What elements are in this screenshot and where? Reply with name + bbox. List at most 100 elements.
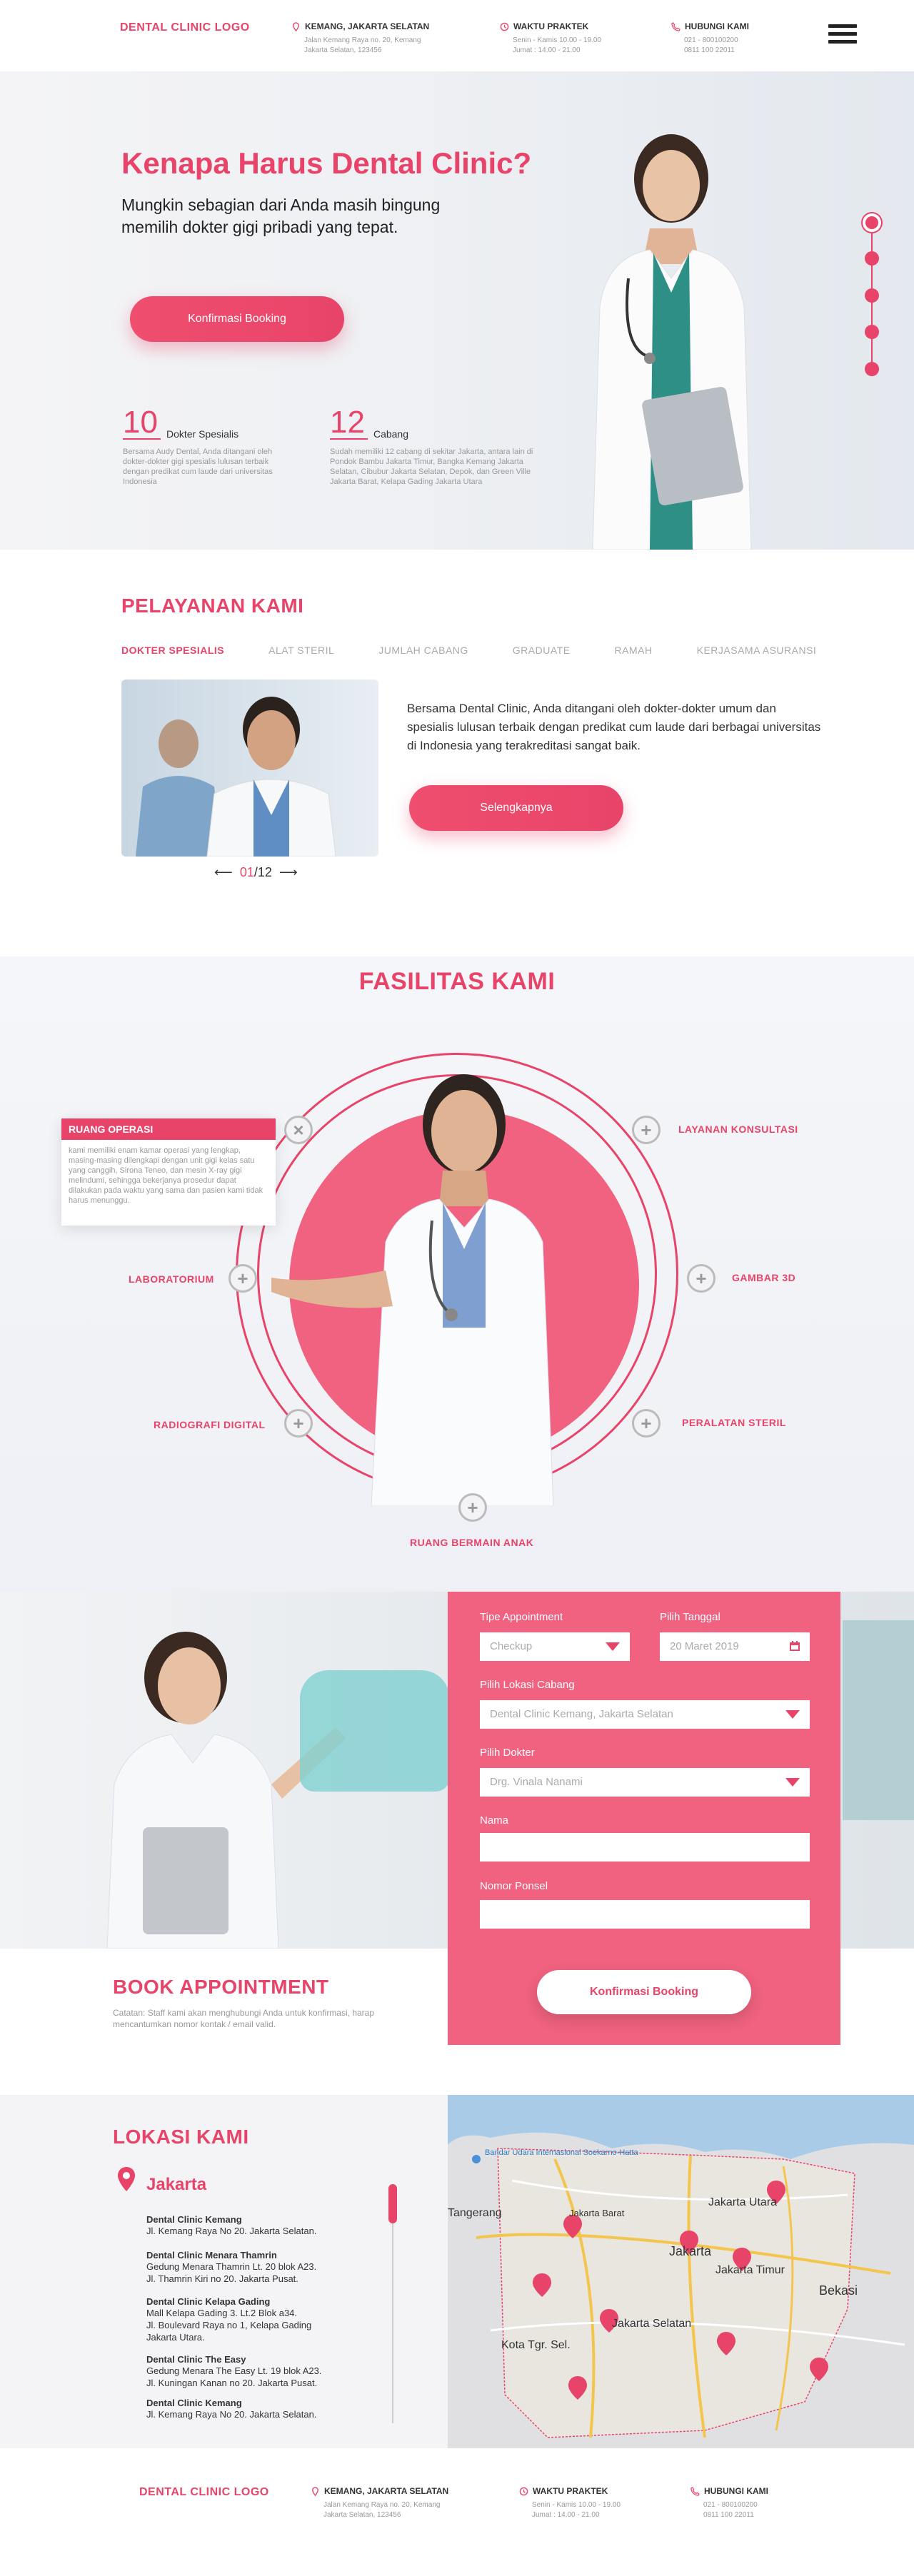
- phone-icon: [690, 2486, 700, 2496]
- branch-item[interactable]: Dental Clinic Kemang Jl. Kemang Raya No 2…: [146, 2214, 389, 2237]
- plus-icon-konsultasi[interactable]: +: [632, 1116, 661, 1144]
- branch-name: Dental Clinic Kelapa Gading: [146, 2296, 271, 2307]
- footer-hours-line1: Senin - Kamis 10.00 - 19.00: [532, 2501, 621, 2509]
- stat-branches-label: Cabang: [373, 428, 408, 440]
- branch-address: Jl. Kuningan Kanan no 20. Jakarta Pusat.: [146, 2378, 318, 2388]
- name-input[interactable]: [480, 1833, 810, 1862]
- date-value: 20 Maret 2019: [670, 1640, 739, 1652]
- slider-dot-3[interactable]: [865, 288, 879, 303]
- map-label-jakarta-selatan: Jakarta Selatan: [612, 2318, 691, 2330]
- map-pin-icon: [118, 2167, 135, 2191]
- facility-label-radiografi[interactable]: RADIOGRAFI DIGITAL: [154, 1419, 266, 1430]
- footer-hours-title: WAKTU PRAKTEK: [533, 2486, 608, 2496]
- plus-icon-gambar3d[interactable]: +: [687, 1264, 715, 1293]
- location-line2: Jakarta Selatan, 123456: [304, 46, 382, 54]
- branch-scrollbar-thumb[interactable]: [388, 2184, 397, 2223]
- select-branch[interactable]: Dental Clinic Kemang, Jakarta Selatan: [480, 1700, 810, 1729]
- hero-booking-button[interactable]: Konfirmasi Booking: [130, 296, 344, 342]
- clock-icon: [519, 2487, 528, 2495]
- branch-item[interactable]: Dental Clinic Kelapa Gading Mall Kelapa G…: [146, 2296, 389, 2343]
- facility-label-ruang-bermain[interactable]: RUANG BERMAIN ANAK: [410, 1537, 533, 1548]
- branch-address: Jl. Boulevard Raya no 1, Kelapa Gading: [146, 2320, 312, 2330]
- stat-doctors-label: Dokter Spesialis: [166, 428, 239, 440]
- facility-doctor-photo: [271, 1074, 554, 1506]
- hero-section: Kenapa Harus Dental Clinic? Mungkin seba…: [0, 71, 914, 550]
- select-type[interactable]: Checkup: [480, 1632, 630, 1661]
- tab-kerjasama-asuransi[interactable]: KERJASAMA ASURANSI: [697, 645, 817, 656]
- slider-dot-2[interactable]: [865, 251, 879, 266]
- footer-contact: HUBUNGI KAMI 021 - 800100200 0811 100 22…: [690, 2486, 855, 2520]
- facility-label-gambar3d[interactable]: GAMBAR 3D: [732, 1272, 795, 1283]
- site-footer: DENTAL CLINIC LOGO KEMANG, JAKARTA SELAT…: [0, 2448, 914, 2576]
- footer-logo[interactable]: DENTAL CLINIC LOGO: [139, 2486, 269, 2499]
- map-label-jakarta-utara: Jakarta Utara: [708, 2196, 777, 2208]
- phone-input[interactable]: [480, 1900, 810, 1929]
- hours-line1: Senin - Kamis 10.00 - 19.00: [513, 36, 601, 44]
- arrow-right-icon[interactable]: ⟶: [279, 865, 298, 880]
- logo[interactable]: DENTAL CLINIC LOGO: [120, 21, 250, 34]
- service-more-button[interactable]: Selengkapnya: [409, 785, 623, 831]
- service-description: Bersama Dental Clinic, Anda ditangani ol…: [407, 702, 821, 752]
- label-phone: Nomor Ponsel: [480, 1880, 548, 1892]
- slider-dot-4[interactable]: [865, 325, 879, 339]
- chevron-down-icon: [785, 1710, 800, 1719]
- facility-label-peralatan[interactable]: PERALATAN STERIL: [682, 1417, 786, 1428]
- label-date: Pilih Tanggal: [660, 1611, 720, 1623]
- services-title: PELAYANAN KAMI: [121, 595, 304, 617]
- booking-confirm-button[interactable]: Konfirmasi Booking: [537, 1970, 751, 2014]
- plus-icon-ruang-bermain[interactable]: +: [458, 1493, 487, 1522]
- header-hours: WAKTU PRAKTEK Senin - Kamis 10.00 - 19.0…: [500, 21, 664, 56]
- footer-location-line2: Jakarta Selatan, 123456: [323, 2511, 401, 2519]
- map-label-bekasi: Bekasi: [819, 2283, 858, 2298]
- chevron-down-icon: [606, 1642, 620, 1651]
- plus-icon-peralatan[interactable]: +: [632, 1409, 661, 1438]
- branch-item[interactable]: Dental Clinic Kemang Jl. Kemang Raya No 2…: [146, 2398, 389, 2420]
- tab-ramah[interactable]: RAMAH: [615, 645, 653, 656]
- location-section: LOKASI KAMI Jakarta Dental Clinic Kemang…: [0, 2095, 914, 2448]
- tab-dokter-spesialis[interactable]: DOKTER SPESIALIS: [121, 645, 224, 656]
- stat-branches-desc: Sudah memiliki 12 cabang di sekitar Jaka…: [330, 448, 533, 486]
- booking-section: Tipe Appointment Checkup Pilih Tanggal 2…: [0, 1592, 914, 2095]
- branch-address: Gedung Menara Thamrin Lt. 20 blok A23.: [146, 2261, 317, 2272]
- facility-label-konsultasi[interactable]: LAYANAN KONSULTASI: [678, 1123, 798, 1135]
- header-location: KEMANG, JAKARTA SELATAN Jalan Kemang Ray…: [291, 21, 456, 56]
- select-doctor[interactable]: Drg. Vinala Nanami: [480, 1768, 810, 1797]
- popup-text: kami memiliki enam kamar operasi yang le…: [69, 1146, 263, 1205]
- contact-line2: 0811 100 22011: [684, 46, 735, 54]
- facility-popup: RUANG OPERASI kami memiliki enam kamar o…: [61, 1118, 276, 1226]
- slider-dot-5[interactable]: [865, 362, 879, 376]
- hero-slider-dots: [863, 214, 880, 378]
- branch-address: Jl. Kemang Raya No 20. Jakarta Selatan.: [146, 2226, 317, 2236]
- contact-line1: 021 - 800100200: [684, 36, 738, 44]
- slider-dot-1[interactable]: [865, 216, 878, 229]
- branch-item[interactable]: Dental Clinic The Easy Gedung Menara The …: [146, 2354, 389, 2389]
- branch-address: Gedung Menara The Easy Lt. 19 blok A23.: [146, 2365, 322, 2376]
- location-city: Jakarta: [146, 2175, 207, 2194]
- plus-icon-laboratorium[interactable]: +: [228, 1264, 257, 1293]
- tab-graduate[interactable]: GRADUATE: [513, 645, 571, 656]
- facilities-title: FASILITAS KAMI: [358, 968, 556, 995]
- label-branch: Pilih Lokasi Cabang: [480, 1679, 575, 1691]
- plus-icon-radiografi[interactable]: +: [284, 1409, 313, 1438]
- date-input[interactable]: 20 Maret 2019: [660, 1632, 810, 1661]
- map-label-jakarta-timur: Jakarta Timur: [715, 2264, 785, 2276]
- map-label-airport: Bandar Udara Internasional Soekarno-Hatt…: [485, 2148, 639, 2157]
- arrow-left-icon[interactable]: ⟵: [214, 865, 233, 880]
- popup-title: RUANG OPERASI: [61, 1118, 276, 1140]
- tab-alat-steril[interactable]: ALAT STERIL: [268, 645, 334, 656]
- map-label-jakarta: Jakarta: [669, 2244, 712, 2258]
- calendar-icon: [790, 1641, 800, 1651]
- map[interactable]: Bandar Udara Internasional Soekarno-Hatt…: [448, 2095, 914, 2448]
- footer-location-line1: Jalan Kemang Raya no. 20, Kemang: [323, 2501, 441, 2509]
- map-label-jakarta-barat: Jakarta Barat: [569, 2208, 625, 2218]
- branch-address: Jl. Thamrin Kiri no 20. Jakarta Pusat.: [146, 2273, 298, 2284]
- dental-chair: [300, 1670, 450, 1792]
- close-icon[interactable]: ×: [284, 1116, 313, 1144]
- branch-item[interactable]: Dental Clinic Menara Thamrin Gedung Menar…: [146, 2250, 389, 2285]
- hours-line2: Jumat : 14.00 - 21.00: [513, 46, 581, 54]
- booking-form: Tipe Appointment Checkup Pilih Tanggal 2…: [448, 1592, 840, 2045]
- facility-label-laboratorium[interactable]: LABORATORIUM: [129, 1273, 214, 1285]
- tab-jumlah-cabang[interactable]: JUMLAH CABANG: [378, 645, 468, 656]
- services-tabs: DOKTER SPESIALIS ALAT STERIL JUMLAH CABA…: [121, 645, 816, 656]
- hamburger-menu-icon[interactable]: [828, 24, 857, 47]
